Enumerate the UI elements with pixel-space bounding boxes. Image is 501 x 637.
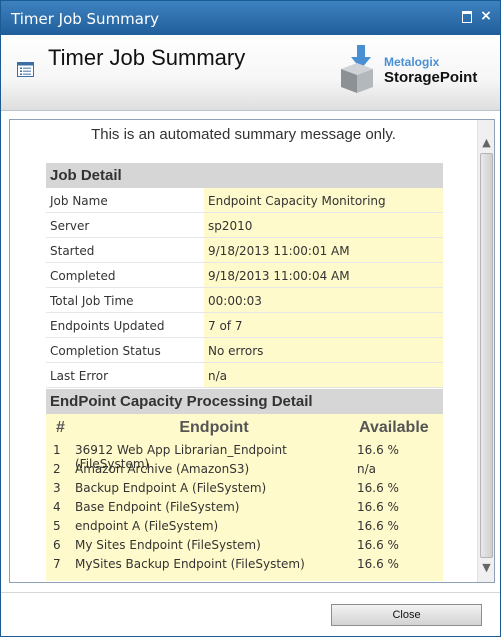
detail-value: 7 of 7 bbox=[204, 313, 443, 337]
detail-label: Endpoints Updated bbox=[46, 313, 204, 337]
detail-value: n/a bbox=[204, 363, 443, 387]
endpoint-available: 16.6 % bbox=[357, 500, 399, 514]
detail-row: Last Error n/a bbox=[46, 363, 443, 388]
detail-row: Completed 9/18/2013 11:00:04 AM bbox=[46, 263, 443, 288]
detail-row: Endpoints Updated 7 of 7 bbox=[46, 313, 443, 338]
endpoint-number: 4 bbox=[53, 500, 61, 514]
endpoint-name: Backup Endpoint A (FileSystem) bbox=[75, 481, 267, 495]
metalogix-logo: Metalogix StoragePoint bbox=[337, 43, 487, 98]
column-header-endpoint: Endpoint bbox=[179, 419, 249, 436]
maximize-icon[interactable] bbox=[460, 9, 474, 23]
endpoint-name: 36912 Web App Librarian_Endpoint (FileSy… bbox=[75, 443, 287, 471]
endpoint-row: 4 Base Endpoint (FileSystem) 16.6 % bbox=[46, 497, 443, 516]
detail-value: No errors bbox=[204, 338, 443, 362]
detail-value: Endpoint Capacity Monitoring bbox=[204, 188, 443, 212]
scroll-up-arrow-icon[interactable]: ▲ bbox=[478, 134, 494, 151]
endpoint-number: 6 bbox=[53, 538, 61, 552]
endpoint-number: 7 bbox=[53, 557, 61, 571]
page-title: Timer Job Summary bbox=[48, 45, 246, 70]
endpoint-number: 3 bbox=[53, 481, 61, 495]
endpoint-name: Amazon Archive (AmazonS3) bbox=[75, 462, 250, 476]
endpoint-available: n/a bbox=[357, 462, 377, 476]
detail-value: 00:00:03 bbox=[204, 288, 443, 312]
column-header-available: Available bbox=[359, 419, 429, 436]
job-detail-table: Job Name Endpoint Capacity Monitoring Serv… bbox=[46, 188, 443, 388]
endpoint-number: 5 bbox=[53, 519, 61, 533]
detail-row: Total Job Time 00:00:03 bbox=[46, 288, 443, 313]
title-bar[interactable]: Timer Job Summary × bbox=[1, 1, 500, 35]
window-title: Timer Job Summary bbox=[11, 10, 160, 28]
summary-panel: Job Detail Job Name Endpoint Capacity Mon… bbox=[46, 162, 443, 581]
detail-row: Job Name Endpoint Capacity Monitoring bbox=[46, 188, 443, 213]
scroll-down-arrow-icon[interactable]: ▼ bbox=[478, 559, 494, 576]
endpoint-available: 16.6 % bbox=[357, 557, 399, 571]
detail-row: Completion Status No errors bbox=[46, 338, 443, 363]
job-detail-heading: Job Detail bbox=[46, 162, 443, 188]
close-icon[interactable]: × bbox=[479, 9, 493, 23]
detail-row: Server sp2010 bbox=[46, 213, 443, 238]
detail-value: 9/18/2013 11:00:01 AM bbox=[204, 238, 443, 262]
close-button[interactable]: Close bbox=[331, 604, 482, 626]
detail-label: Job Name bbox=[46, 188, 204, 212]
endpoint-name: endpoint A (FileSystem) bbox=[75, 519, 219, 533]
endpoint-available: 16.6 % bbox=[357, 481, 399, 495]
capacity-detail-heading: EndPoint Capacity Processing Detail bbox=[46, 388, 443, 414]
detail-value: 9/18/2013 11:00:04 AM bbox=[204, 263, 443, 287]
endpoint-table-header: # Endpoint Available bbox=[46, 414, 443, 440]
page-list-icon bbox=[17, 62, 34, 77]
endpoint-available: 16.6 % bbox=[357, 538, 399, 552]
detail-label: Started bbox=[46, 238, 204, 262]
detail-label: Total Job Time bbox=[46, 288, 204, 312]
footer-divider bbox=[1, 592, 500, 593]
detail-value: sp2010 bbox=[204, 213, 443, 237]
endpoint-number: 2 bbox=[53, 462, 61, 476]
endpoint-row: 3 Backup Endpoint A (FileSystem) 16.6 % bbox=[46, 478, 443, 497]
summary-content: This is an automated summary message onl… bbox=[9, 119, 495, 583]
detail-label: Completion Status bbox=[46, 338, 204, 362]
column-header-number: # bbox=[56, 419, 65, 436]
endpoint-row: 6 My Sites Endpoint (FileSystem) 16.6 % bbox=[46, 535, 443, 554]
endpoint-row: 7 MySites Backup Endpoint (FileSystem) 16.… bbox=[46, 554, 443, 573]
detail-label: Last Error bbox=[46, 363, 204, 387]
endpoint-name: My Sites Endpoint (FileSystem) bbox=[75, 538, 261, 552]
endpoint-row: 1 36912 Web App Librarian_Endpoint (FileS… bbox=[46, 440, 443, 471]
detail-row: Started 9/18/2013 11:00:01 AM bbox=[46, 238, 443, 263]
dialog-window: Timer Job Summary × Timer Job Summary Me… bbox=[0, 0, 501, 637]
logo-product: StoragePoint bbox=[384, 69, 478, 86]
endpoint-name: Base Endpoint (FileSystem) bbox=[75, 500, 240, 514]
detail-label: Completed bbox=[46, 263, 204, 287]
dialog-header: Timer Job Summary Metalogix StoragePoint bbox=[1, 35, 500, 111]
endpoint-available: 16.6 % bbox=[357, 443, 399, 457]
endpoint-available: 16.6 % bbox=[357, 519, 399, 533]
endpoint-row: 2 Amazon Archive (AmazonS3) n/a bbox=[46, 459, 443, 478]
endpoint-table: # Endpoint Available 1 36912 Web App Libr… bbox=[46, 414, 443, 581]
vertical-scrollbar[interactable]: ▲ ▼ bbox=[477, 120, 494, 582]
automated-notice: This is an automated summary message onl… bbox=[91, 126, 396, 143]
endpoint-row: 5 endpoint A (FileSystem) 16.6 % bbox=[46, 516, 443, 535]
endpoint-name: MySites Backup Endpoint (FileSystem) bbox=[75, 557, 305, 571]
storagepoint-box-icon bbox=[341, 45, 373, 93]
endpoint-rows: 1 36912 Web App Librarian_Endpoint (FileS… bbox=[46, 440, 443, 573]
endpoint-number: 1 bbox=[53, 443, 61, 457]
detail-label: Server bbox=[46, 213, 204, 237]
scrollbar-thumb[interactable] bbox=[480, 153, 493, 558]
logo-brand: Metalogix bbox=[384, 55, 440, 69]
scroll-area[interactable]: This is an automated summary message onl… bbox=[10, 120, 477, 582]
